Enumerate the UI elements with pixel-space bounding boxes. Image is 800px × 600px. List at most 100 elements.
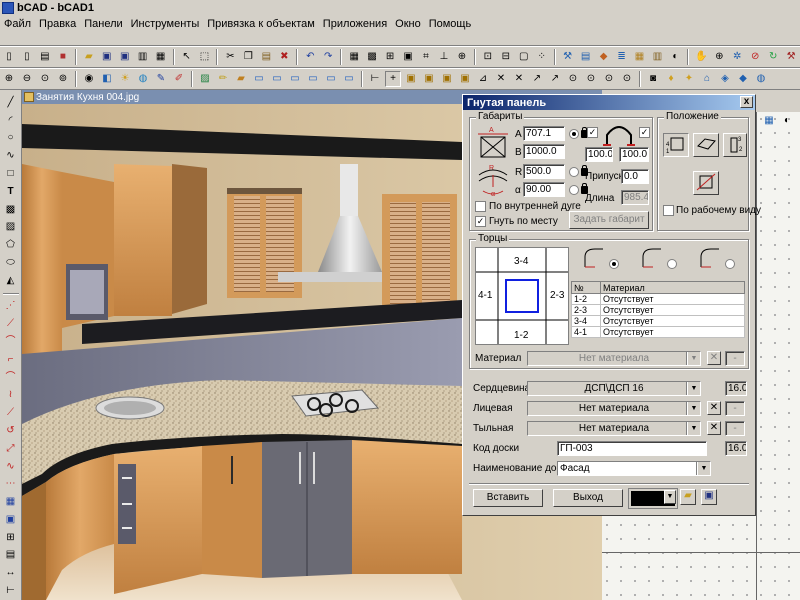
settings-icon[interactable]: ✲	[729, 49, 745, 65]
table-row[interactable]: 3-4 Отсутствует	[571, 315, 745, 327]
lamp-icon[interactable]: ♦	[663, 71, 679, 87]
furniture-icon[interactable]: ▥	[649, 49, 665, 65]
snap-tan-icon[interactable]: ↗	[529, 71, 545, 87]
position-top-button[interactable]	[693, 133, 719, 157]
rotate-icon[interactable]: ↺	[3, 423, 19, 439]
pan-icon[interactable]: ⁘	[534, 49, 550, 65]
snap-app-icon[interactable]: ⊙	[583, 71, 599, 87]
camera-icon[interactable]: ◧	[99, 71, 115, 87]
group-icon[interactable]: ▤	[3, 548, 19, 564]
mirror-icon[interactable]: ⟋	[3, 405, 19, 421]
allowance-input[interactable]: 0.0	[621, 169, 649, 184]
snap-near-icon[interactable]: ↗	[547, 71, 563, 87]
template-icon[interactable]: ■	[55, 49, 71, 65]
a-radio[interactable]	[569, 129, 579, 139]
materials-small-icon[interactable]: ▦	[761, 113, 777, 129]
position-side-button[interactable]: 32	[723, 133, 747, 157]
page-icon[interactable]: ▤	[37, 49, 53, 65]
scale-icon[interactable]: ⤢	[3, 441, 19, 457]
a-input[interactable]: 707.1	[523, 126, 565, 141]
edit-line-icon[interactable]: ⋰	[3, 299, 19, 315]
close-button[interactable]: x	[740, 96, 753, 108]
offset-icon[interactable]: ≀	[3, 388, 19, 404]
snap-int-icon[interactable]: ✕	[493, 71, 509, 87]
circle-icon[interactable]: ○	[3, 131, 19, 147]
extend-icon[interactable]: ⌒	[3, 334, 19, 350]
snap-ext-icon[interactable]: ⊙	[601, 71, 617, 87]
snap-mid-icon[interactable]: ▣	[421, 71, 437, 87]
back-clear-icon[interactable]: ✕	[707, 421, 721, 435]
menu-panels[interactable]: Панели	[80, 18, 126, 30]
work-view-button[interactable]	[693, 171, 719, 195]
snap-icon[interactable]: ⌗	[418, 49, 434, 65]
new-file-icon[interactable]: ▯	[1, 49, 17, 65]
preview-icon[interactable]: ▦	[153, 49, 169, 65]
delete-icon[interactable]: ✖	[276, 49, 292, 65]
polar-icon[interactable]: ⊕	[454, 49, 470, 65]
save-icon[interactable]: ▣	[99, 49, 115, 65]
menu-file[interactable]: Файл	[0, 18, 35, 30]
set-size-button[interactable]: Задать габарит	[569, 211, 649, 229]
redo-icon[interactable]: ↷	[320, 49, 336, 65]
light-icon[interactable]: ☀	[117, 71, 133, 87]
edge-profile-1-radio[interactable]	[609, 259, 619, 269]
undo-icon[interactable]: ↶	[302, 49, 318, 65]
zoom-in-icon[interactable]: ⊕	[1, 71, 17, 87]
trim-icon[interactable]: ⟋	[3, 316, 19, 332]
select-window-icon[interactable]: ⬚	[197, 49, 213, 65]
snap-perp-icon[interactable]: ✕	[511, 71, 527, 87]
explode-icon[interactable]: ⊞	[3, 530, 19, 546]
render-icon[interactable]: ◐	[667, 49, 683, 65]
materials-icon[interactable]: ▦	[632, 49, 648, 65]
palette-icon[interactable]: ◆	[596, 49, 612, 65]
fill-icon[interactable]: ▰	[233, 71, 249, 87]
block-icon[interactable]: ▣	[3, 512, 19, 528]
hatch-tool-icon[interactable]: ▩	[3, 202, 19, 218]
polygon-icon[interactable]: ⬠	[3, 237, 19, 253]
spline-icon[interactable]: ∿	[3, 148, 19, 164]
table-row[interactable]: 1-2 Отсутствует	[571, 293, 745, 305]
color-dropdown-chevron-down-icon[interactable]: ▼	[664, 490, 676, 504]
menu-help[interactable]: Помощь	[425, 18, 476, 30]
open-folder-icon[interactable]: ▰	[81, 49, 97, 65]
paste-icon[interactable]: ▤	[258, 49, 274, 65]
line-icon[interactable]: ╱	[3, 95, 19, 111]
menu-apps[interactable]: Приложения	[319, 18, 391, 30]
new-doc-icon[interactable]: ▯	[19, 49, 35, 65]
position-front-button[interactable]: 41	[663, 133, 689, 157]
wall-icon[interactable]: ▭	[251, 71, 267, 87]
stretch-icon[interactable]: ∿	[3, 459, 19, 475]
hand-icon[interactable]: ✋	[693, 49, 709, 65]
face-select[interactable]: Нет материала ▼	[527, 401, 701, 416]
board-code-input[interactable]: ГП-003	[557, 441, 707, 456]
grid-icon[interactable]: ▩	[364, 49, 380, 65]
menu-edit[interactable]: Правка	[35, 18, 80, 30]
exit-button[interactable]: Выход	[553, 489, 623, 507]
fillet-icon[interactable]: ⌐	[3, 352, 19, 368]
right-edge-checkbox[interactable]: ✓	[639, 127, 650, 138]
fill-tool-icon[interactable]: ▨	[3, 219, 19, 235]
snap-grid-icon[interactable]: ⊢	[367, 71, 383, 87]
menu-snap[interactable]: Привязка к объектам	[203, 18, 319, 30]
edge-material-clear-icon[interactable]: ✕	[707, 351, 721, 365]
bucket-icon[interactable]: ◭	[3, 273, 19, 289]
zoom-extents-icon[interactable]: ▢	[516, 49, 532, 65]
house-icon[interactable]: ⌂	[699, 71, 715, 87]
snap-quad-icon[interactable]: ⊿	[475, 71, 491, 87]
zoom-all-icon[interactable]: ⊟	[498, 49, 514, 65]
photo-icon[interactable]: ◙	[645, 71, 661, 87]
zoom-real-icon[interactable]: ⊚	[55, 71, 71, 87]
refresh-icon[interactable]: ↻	[765, 49, 781, 65]
save-as-icon[interactable]: ▣	[117, 49, 133, 65]
cube-icon[interactable]: ◈	[717, 71, 733, 87]
door-icon[interactable]: ▭	[341, 71, 357, 87]
shade-icon[interactable]: ◆	[735, 71, 751, 87]
zoom-icon[interactable]: ⊕	[711, 49, 727, 65]
library-icon[interactable]: ▤	[578, 49, 594, 65]
right-edge-input[interactable]: 100.0	[619, 147, 649, 162]
array-icon[interactable]: ▦	[3, 494, 19, 510]
ellipse-icon[interactable]: ⬭	[3, 255, 19, 271]
break-icon[interactable]: ⋯	[3, 476, 19, 492]
insert-button[interactable]: Вставить	[473, 489, 543, 507]
box-icon[interactable]: ▭	[269, 71, 285, 87]
